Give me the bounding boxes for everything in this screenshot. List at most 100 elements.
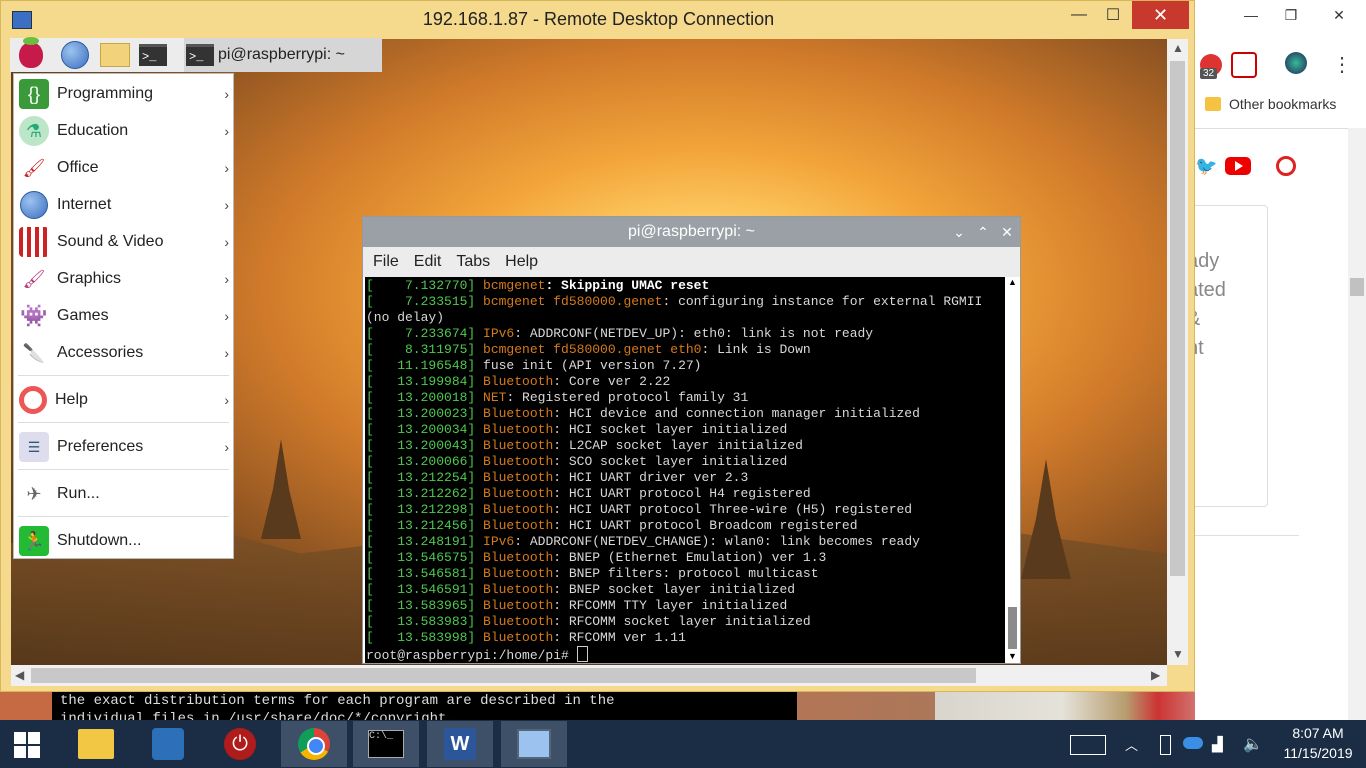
terminal-output[interactable]: [ 7.132770] bcmgenet: Skipping UMAC rese… [365, 277, 1005, 663]
menu-file[interactable]: File [373, 253, 399, 271]
cmd-taskbar[interactable]: C:\_ [353, 721, 419, 767]
menu-item-run[interactable]: ✈ Run... [14, 476, 233, 512]
taskbar-item-terminal[interactable]: >_ pi@raspberrypi: ~ [184, 38, 382, 72]
chrome-taskbar[interactable] [281, 721, 347, 767]
maximize-button[interactable]: ☐ [1098, 1, 1128, 29]
rdp-vertical-scrollbar[interactable]: ▲ ▼ [1167, 39, 1188, 665]
office-icon: 🖌 [22, 157, 46, 178]
word-taskbar[interactable]: W [427, 721, 493, 767]
file-explorer-taskbar[interactable] [63, 721, 129, 767]
menu-item-sound-video[interactable]: Sound & Video › [14, 224, 233, 260]
menu-item-education[interactable]: ⚗ Education › [14, 113, 233, 149]
scroll-left-icon[interactable]: ◀ [15, 668, 24, 682]
search-icon[interactable] [1276, 156, 1296, 176]
wifi-icon[interactable]: ▟ [1212, 720, 1223, 768]
close-button[interactable]: ✕ [1132, 1, 1189, 29]
scroll-down-icon[interactable]: ▼ [1008, 651, 1017, 661]
control-panel-taskbar[interactable] [135, 721, 201, 767]
menu-item-internet[interactable]: Internet › [14, 187, 233, 223]
rdp-taskbar[interactable] [501, 721, 567, 767]
menu-edit[interactable]: Edit [414, 253, 442, 271]
pi-menu-button[interactable] [16, 37, 46, 70]
extension-badge: 32 [1200, 68, 1218, 79]
chevron-right-icon: › [224, 160, 229, 176]
youtube-icon[interactable] [1225, 157, 1251, 175]
pocket-icon[interactable] [1231, 52, 1257, 78]
system-clock[interactable]: 8:07 AM 11/15/2019 [1278, 723, 1358, 763]
braces-icon: {} [19, 79, 49, 109]
chevron-right-icon: › [224, 234, 229, 250]
scroll-thumb[interactable] [1008, 607, 1017, 649]
menu-help[interactable]: Help [505, 253, 538, 271]
terminal-icon: >_ [186, 44, 214, 66]
chrome-close-button[interactable]: ✕ [1316, 0, 1362, 30]
profile-avatar[interactable] [1285, 52, 1307, 74]
menu-item-programming[interactable]: {} Programming › [14, 76, 233, 112]
keyboard-icon[interactable] [1070, 735, 1106, 755]
scroll-down-icon[interactable]: ▼ [1172, 647, 1184, 661]
browser-launcher[interactable] [60, 40, 90, 70]
chevron-down-icon[interactable]: ⌄ [948, 217, 970, 247]
chevron-up-icon[interactable]: ︿ [1125, 720, 1138, 768]
terminal-line: [ 13.546575] Bluetooth: BNEP (Ethernet E… [366, 550, 827, 565]
menu-item-accessories[interactable]: 🔪 Accessories › [14, 335, 233, 371]
menu-item-preferences[interactable]: ☰ Preferences › [14, 429, 233, 465]
scroll-thumb[interactable] [1170, 61, 1185, 576]
menu-item-games[interactable]: 👾 Games › [14, 298, 233, 334]
other-bookmarks[interactable]: Other bookmarks [1205, 96, 1336, 112]
text-cursor [576, 646, 588, 662]
twitter-icon[interactable]: 🐦 [1195, 156, 1217, 176]
power-app-taskbar[interactable]: ⏻ [207, 721, 273, 767]
chevron-right-icon: › [224, 308, 229, 324]
scroll-up-icon[interactable]: ▲ [1008, 277, 1017, 287]
menu-tabs[interactable]: Tabs [456, 253, 490, 271]
file-manager-launcher[interactable] [100, 40, 130, 70]
menu-item-graphics[interactable]: 🖌 Graphics › [14, 261, 233, 297]
menu-item-help[interactable]: Help › [14, 382, 233, 418]
terminal-line: [ 13.546581] Bluetooth: BNEP filters: pr… [366, 566, 819, 581]
menu-separator [18, 469, 229, 470]
settings-icon [152, 728, 184, 760]
background-terminal[interactable]: the exact distribution terms for each pr… [52, 690, 797, 720]
battery-icon[interactable] [1160, 735, 1171, 755]
chrome-scrollbar[interactable] [1348, 128, 1366, 720]
globe-icon [61, 41, 89, 69]
terminal-titlebar[interactable]: pi@raspberrypi: ~ [363, 217, 1020, 247]
rdp-titlebar[interactable]: 192.168.1.87 - Remote Desktop Connection… [1, 1, 1196, 39]
terminal-prompt[interactable]: root@raspberrypi:/home/pi# [366, 646, 1005, 663]
knife-icon: 🔪 [22, 342, 46, 363]
scroll-up-icon[interactable]: ▲ [1172, 41, 1184, 55]
terminal-line: [ 13.200066] Bluetooth: SCO socket layer… [366, 454, 788, 469]
volume-icon[interactable]: 🔈 [1243, 720, 1263, 768]
onedrive-icon[interactable] [1183, 737, 1203, 749]
chrome-menu-icon[interactable]: ⋮ [1332, 52, 1352, 77]
scroll-thumb[interactable] [31, 668, 976, 683]
lifebuoy-icon [19, 386, 47, 414]
terminal-line: [ 13.583998] Bluetooth: RFCOMM ver 1.11 [366, 630, 686, 645]
rdp-horizontal-scrollbar[interactable]: ◀ ▶ [11, 665, 1167, 686]
terminal-launcher[interactable]: >_ [138, 40, 168, 70]
terminal-scrollbar[interactable]: ▲ ▼ [1006, 277, 1019, 663]
menu-separator [18, 422, 229, 423]
chevron-right-icon: › [224, 123, 229, 139]
chrome-restore-button[interactable]: ❐ [1268, 0, 1314, 30]
exit-icon: 🏃 [19, 526, 49, 556]
menu-item-office[interactable]: 🖌 Office › [14, 150, 233, 186]
menu-item-shutdown[interactable]: 🏃 Shutdown... [14, 523, 233, 559]
globe-icon [19, 190, 49, 220]
scroll-right-icon[interactable]: ▶ [1151, 668, 1160, 682]
scroll-thumb[interactable] [1350, 278, 1364, 296]
terminal-window: pi@raspberrypi: ~ ⌄ ⌃ ✕ File Edit Tabs H… [362, 216, 1021, 664]
minimize-button[interactable]: — [1064, 1, 1094, 29]
pi-application-menu: {} Programming › ⚗ Education › 🖌 Office › Inte… [13, 73, 234, 559]
chevron-up-icon[interactable]: ⌃ [972, 217, 994, 247]
remote-desktop-icon [517, 729, 551, 759]
chevron-right-icon: › [224, 439, 229, 455]
terminal-line: [ 13.583983] Bluetooth: RFCOMM socket la… [366, 614, 811, 629]
chevron-right-icon: › [224, 392, 229, 408]
close-icon[interactable]: ✕ [996, 217, 1018, 247]
invader-icon: 👾 [20, 303, 48, 328]
terminal-line: [ 7.132770] bcmgenet: Skipping UMAC rese… [366, 278, 710, 293]
start-button[interactable] [14, 732, 42, 760]
terminal-icon: C:\_ [368, 730, 404, 758]
